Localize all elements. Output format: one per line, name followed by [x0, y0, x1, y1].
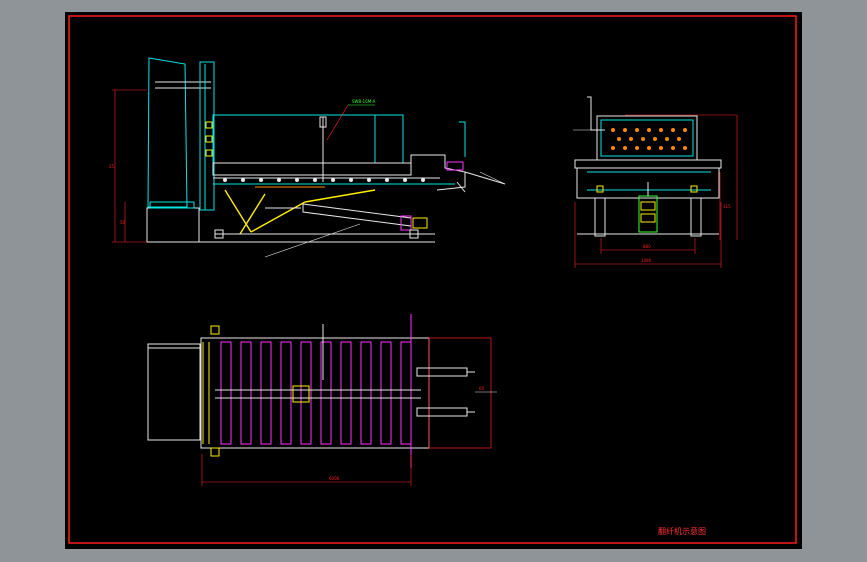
plan-bed	[200, 337, 430, 449]
end-dimension-outer: 1480	[641, 258, 652, 263]
base-block	[146, 207, 200, 243]
side-dimension-total: 25	[109, 164, 115, 169]
sheet-border	[68, 15, 797, 544]
hopper-outline	[147, 57, 188, 208]
plan-view	[147, 314, 497, 486]
plan-hopper	[147, 343, 201, 441]
end-view-hopper	[596, 115, 698, 161]
cad-viewport[interactable]: SWB-16M-A 25 50 880 1480 315 6000 60 翻纤机…	[0, 0, 867, 562]
end-dimension-height: 315	[723, 204, 731, 209]
end-view-pattern	[611, 128, 687, 150]
hydraulic-cylinder	[265, 203, 428, 231]
drawing-sheet: SWB-16M-A 25 50 880 1480 315 6000 60 翻纤机…	[65, 12, 802, 549]
end-dimension-inner: 880	[643, 244, 651, 249]
side-view-label: SWB-16M-A	[352, 99, 376, 104]
conveyor-table	[212, 162, 412, 176]
plan-dimension-length: 6000	[329, 476, 340, 481]
end-view	[573, 96, 738, 268]
drawing-title: 翻纤机示意图	[658, 526, 706, 536]
cad-drawing: SWB-16M-A 25 50 880 1480 315 6000 60 翻纤机…	[68, 15, 797, 544]
plan-rollers	[220, 341, 412, 445]
plan-dimension-small: 60	[479, 386, 485, 391]
side-dimension-lower: 50	[120, 220, 126, 225]
conveyor-rollers	[223, 178, 425, 182]
side-view	[112, 57, 506, 258]
lift-linkage	[224, 189, 376, 235]
